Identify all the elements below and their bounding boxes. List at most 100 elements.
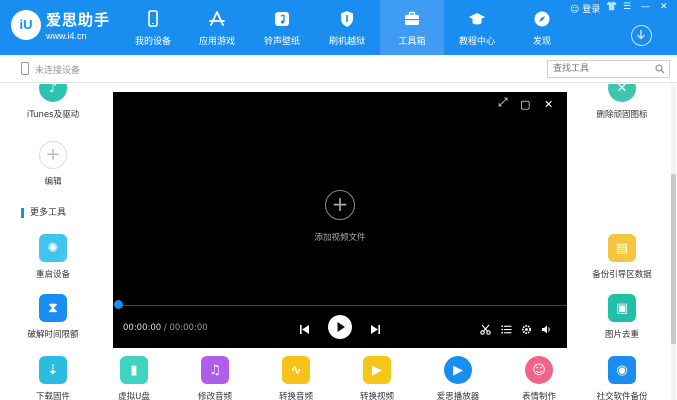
tool-delete-stubborn-icon[interactable]: ✕ 删除顽固图标 <box>584 84 660 120</box>
video-player: ⤢ ▢ ✕ + 添加视频文件 00:00:00 / 00:00:00 <box>113 92 567 348</box>
tool-label: 虚拟U盘 <box>118 392 150 400</box>
tool-convert-audio[interactable]: ∿ 转换音频 <box>258 356 334 400</box>
close-button[interactable]: ✕ <box>660 2 668 12</box>
tool-download-firmware[interactable]: ⇣ 下载固件 <box>15 356 91 400</box>
nav-label: 我的设备 <box>134 37 171 47</box>
itunes-icon: ♪ <box>39 84 67 102</box>
video-convert-icon: ▶ <box>363 356 391 384</box>
nav-label: 发现 <box>532 37 551 47</box>
download-button[interactable] <box>631 25 652 46</box>
progress-knob[interactable] <box>114 300 123 309</box>
audio-edit-icon: ♫ <box>201 356 229 384</box>
tool-label: iTunes及驱动 <box>26 110 80 120</box>
search-box[interactable] <box>547 60 670 78</box>
tool-label: 表情制作 <box>521 392 556 400</box>
tool-backup-boot-data[interactable]: ▤ 备份引导区数据 <box>584 234 660 280</box>
player-close-button[interactable]: ✕ <box>544 98 553 111</box>
section-title: 更多工具 <box>21 208 66 218</box>
tool-image-dedupe[interactable]: ▣ 图片去重 <box>584 294 660 340</box>
backup-icon: ▤ <box>608 234 636 262</box>
duration: 00:00:00 <box>169 323 208 333</box>
playlist-button[interactable] <box>501 320 512 339</box>
fullscreen-icon: ⤢ <box>498 95 508 109</box>
nav-label: 应用游戏 <box>198 37 235 47</box>
fullscreen-button[interactable]: ⤢ <box>498 95 508 110</box>
minimize-button[interactable]: — <box>641 2 650 12</box>
search-input[interactable] <box>548 61 653 77</box>
maximize-button[interactable]: ▢ <box>520 98 530 111</box>
phone-icon <box>148 10 158 27</box>
tool-emoji-maker[interactable]: ☺ 表情制作 <box>501 356 577 400</box>
restart-icon: ✺ <box>39 234 67 262</box>
nav-label: 教程中心 <box>458 37 495 47</box>
tool-restart-device[interactable]: ✺ 重启设备 <box>15 234 91 280</box>
social-backup-icon: ◉ <box>608 356 636 384</box>
tool-label: 删除顽固图标 <box>596 110 648 120</box>
next-icon <box>371 325 380 334</box>
tool-virtual-usb[interactable]: ▮ 虚拟U盘 <box>96 356 172 400</box>
device-bar: 未连接设备 <box>0 55 677 83</box>
tool-i4-player[interactable]: ▶ 爱思播放器 <box>420 356 496 400</box>
tool-social-backup[interactable]: ◉ 社交软件备份 <box>584 356 660 400</box>
device-status: 未连接设备 <box>35 66 81 76</box>
nav-my-device[interactable]: 我的设备 <box>121 0 185 55</box>
usb-icon: ▮ <box>120 356 148 384</box>
tool-label: 爱思播放器 <box>436 392 480 400</box>
tool-itunes-driver[interactable]: ♪ iTunes及驱动 <box>15 84 91 120</box>
header: iU 爱思助手 www.i4.cn 我的设备 应用游戏 铃声壁纸 刷机越狱 工具… <box>0 0 677 55</box>
nav-flash-jailbreak[interactable]: 刷机越狱 <box>315 0 379 55</box>
app-store-icon <box>209 11 225 26</box>
search-icon[interactable] <box>655 64 665 74</box>
nav-label: 铃声壁纸 <box>263 37 300 47</box>
minimize-icon: — <box>641 2 650 12</box>
nav-ringtones[interactable]: 铃声壁纸 <box>250 0 314 55</box>
nav-label: 工具箱 <box>398 37 426 47</box>
compass-icon <box>534 11 550 27</box>
nav-label: 刷机越狱 <box>328 37 365 47</box>
hourglass-icon: ⧗ <box>39 294 67 322</box>
tool-label: 破解时间限额 <box>27 330 79 340</box>
prev-icon <box>300 325 309 334</box>
nav-apps-games[interactable]: 应用游戏 <box>185 0 249 55</box>
menu-icon: ☰ <box>623 2 632 12</box>
tool-convert-video[interactable]: ▶ 转换视频 <box>339 356 415 400</box>
tool-label: 下载固件 <box>35 392 70 400</box>
device-icon <box>21 62 29 75</box>
brand-url: www.i4.cn <box>46 31 87 41</box>
skin-button[interactable]: 👕 <box>606 2 617 12</box>
edit-label: 编辑 <box>44 177 62 187</box>
user-icon: ☺ <box>570 5 580 15</box>
plus-icon: + <box>331 192 349 216</box>
playlist-icon <box>501 325 512 334</box>
login-label: 登录 <box>582 5 601 15</box>
tool-crack-time-limit[interactable]: ⧗ 破解时间限额 <box>15 294 91 340</box>
progress-track[interactable] <box>118 305 567 306</box>
shirt-icon: 👕 <box>606 2 618 12</box>
nav-toolbox[interactable]: 工具箱 <box>380 0 444 55</box>
scrollbar-thumb[interactable] <box>671 174 676 344</box>
emoji-icon: ☺ <box>525 356 553 384</box>
nav-tutorials[interactable]: 教程中心 <box>445 0 509 55</box>
time-display: 00:00:00 / 00:00:00 <box>123 323 208 333</box>
nav-discover[interactable]: 发现 <box>510 0 574 55</box>
volume-button[interactable] <box>541 320 552 339</box>
tool-edit-audio[interactable]: ♫ 修改音频 <box>177 356 253 400</box>
add-video-button[interactable]: + <box>325 190 355 220</box>
edit-button[interactable]: + 编辑 <box>15 141 91 187</box>
scrollbar[interactable] <box>671 84 676 400</box>
play-button[interactable] <box>328 315 352 339</box>
clip-button[interactable] <box>480 320 491 339</box>
tool-label: 修改音频 <box>197 392 232 400</box>
settings-icon <box>522 325 531 334</box>
volume-icon <box>542 325 550 334</box>
menu-button[interactable]: ☰ <box>623 2 631 12</box>
settings-button[interactable] <box>521 320 532 339</box>
download-icon <box>637 30 645 40</box>
plus-icon: + <box>39 141 67 169</box>
prev-button[interactable] <box>299 320 310 339</box>
download-firmware-icon: ⇣ <box>39 356 67 384</box>
next-button[interactable] <box>370 320 381 339</box>
login-button[interactable]: ☺ 登录 <box>570 2 600 15</box>
scissors-icon <box>480 324 491 335</box>
tool-label: 转换视频 <box>359 392 394 400</box>
